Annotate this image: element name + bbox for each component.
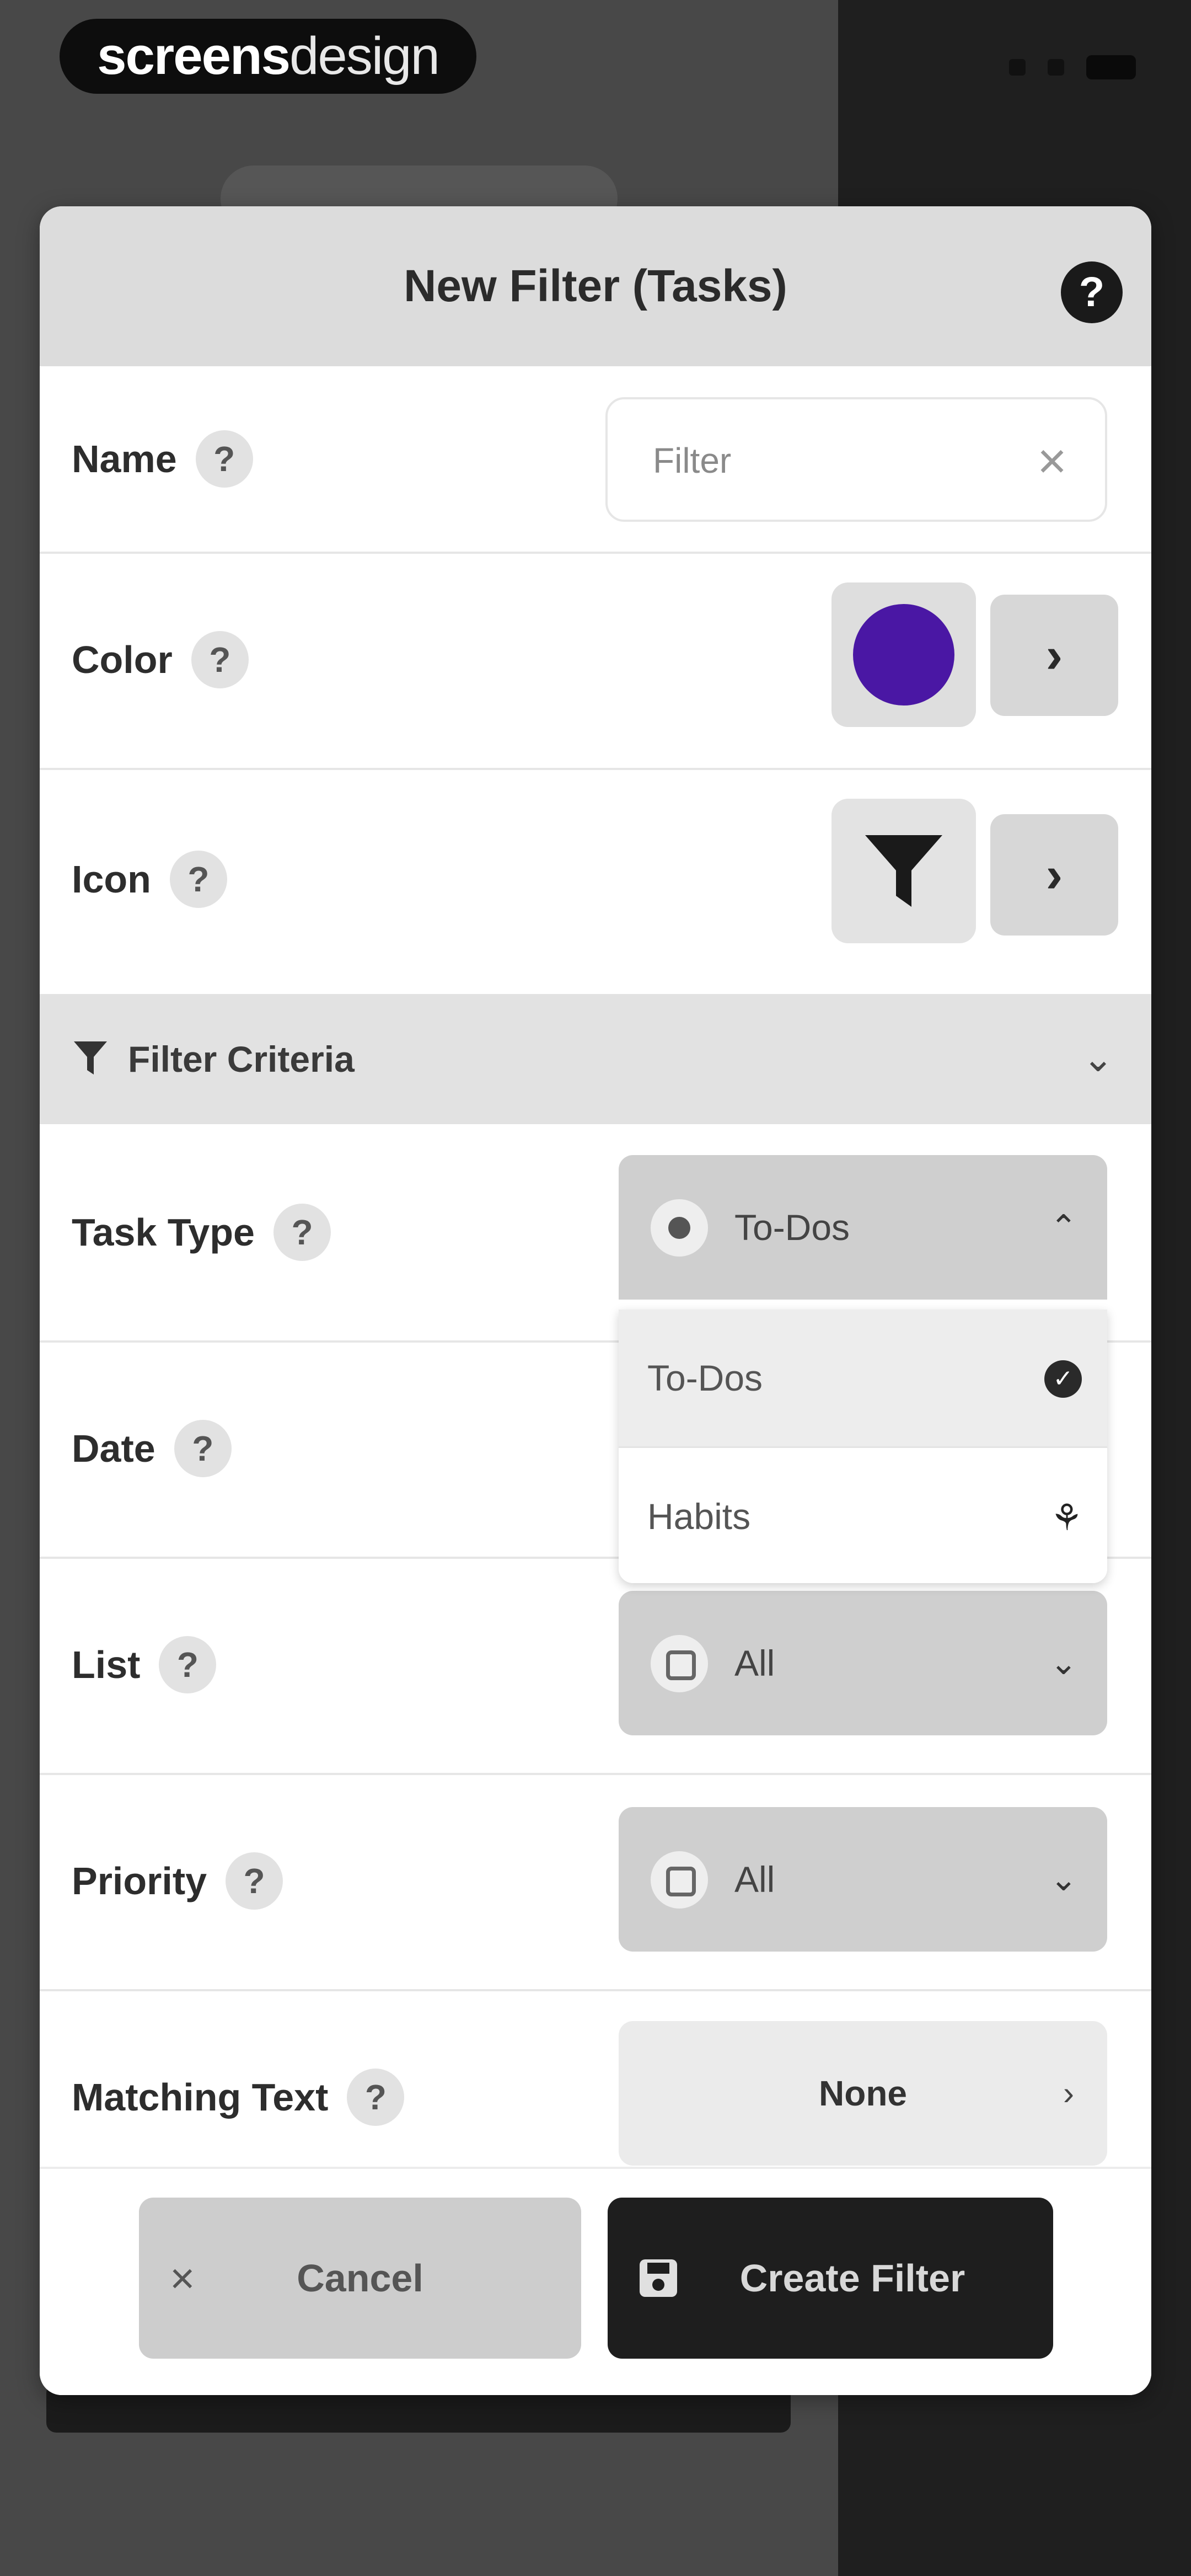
task-type-value: To-Dos <box>734 1207 850 1248</box>
task-type-label: Task Type <box>72 1211 255 1254</box>
icon-help-icon[interactable]: ? <box>169 851 227 908</box>
sprout-icon: ⚘ <box>1050 1497 1083 1538</box>
signal-icon <box>1009 59 1026 76</box>
matching-text-help-icon[interactable]: ? <box>347 2069 405 2126</box>
name-input[interactable] <box>652 427 985 494</box>
color-help-icon[interactable]: ? <box>191 631 249 688</box>
matching-text-label-group: Matching Text ? <box>72 2069 405 2126</box>
matching-text-value: None <box>819 2073 907 2113</box>
icon-chevron-button[interactable]: › <box>990 814 1118 936</box>
priority-select[interactable]: All ⌄ <box>619 1807 1107 1952</box>
icon-row: Icon ? › <box>40 768 1151 994</box>
list-help-icon[interactable]: ? <box>159 1636 217 1693</box>
icon-label-group: Icon ? <box>72 851 227 908</box>
priority-value: All <box>734 1859 775 1900</box>
date-label-group: Date ? <box>72 1420 232 1477</box>
new-filter-modal: New Filter (Tasks) ? Name ? × Color ? › … <box>40 206 1151 2395</box>
priority-icon <box>651 1851 708 1909</box>
modal-title: New Filter (Tasks) <box>404 261 787 311</box>
priority-label: Priority <box>72 1859 207 1902</box>
wifi-icon <box>1048 59 1064 76</box>
matching-text-label: Matching Text <box>72 2076 329 2119</box>
task-type-label-group: Task Type ? <box>72 1204 331 1261</box>
matching-text-button[interactable]: None › <box>619 2021 1107 2166</box>
color-swatch <box>853 604 954 706</box>
task-type-help-icon[interactable]: ? <box>273 1204 331 1261</box>
option-todos-label: To-Dos <box>647 1358 763 1398</box>
option-todos[interactable]: To-Dos ✓ <box>619 1310 1107 1446</box>
option-habits[interactable]: Habits ⚘ <box>619 1446 1107 1583</box>
priority-row: Priority ? All ⌄ <box>40 1773 1151 1991</box>
name-help-icon[interactable]: ? <box>195 430 253 488</box>
chevron-down-icon: ⌄ <box>1049 1644 1077 1681</box>
option-habits-label: Habits <box>647 1496 751 1537</box>
chevron-right-icon: › <box>1063 2075 1074 2112</box>
chevron-down-icon: ⌄ <box>1082 1038 1114 1079</box>
icon-picker-button[interactable] <box>831 799 976 943</box>
date-label: Date <box>72 1427 155 1470</box>
create-filter-button[interactable]: Create Filter <box>608 2198 1053 2359</box>
list-label-group: List ? <box>72 1636 217 1693</box>
date-help-icon[interactable]: ? <box>174 1420 232 1477</box>
section-label: Filter Criteria <box>128 1039 355 1079</box>
watermark-logo: screensdesign <box>60 19 476 94</box>
funnel-icon <box>865 835 942 907</box>
list-select[interactable]: All ⌄ <box>619 1591 1107 1735</box>
filter-criteria-section[interactable]: Filter Criteria ⌄ <box>40 994 1151 1124</box>
cancel-button[interactable]: × Cancel <box>139 2198 581 2359</box>
name-row: Name ? × <box>40 366 1151 554</box>
name-field[interactable]: × <box>605 397 1107 522</box>
icon-label: Icon <box>72 858 151 901</box>
list-label: List <box>72 1643 141 1686</box>
list-value: All <box>734 1643 775 1684</box>
priority-label-group: Priority ? <box>72 1852 283 1910</box>
todo-type-icon <box>651 1199 708 1257</box>
color-row: Color ? › <box>40 552 1151 770</box>
modal-header: New Filter (Tasks) ? <box>40 206 1151 366</box>
name-label-group: Name ? <box>72 430 253 488</box>
clear-icon[interactable]: × <box>1030 436 1074 487</box>
color-label-group: Color ? <box>72 631 249 688</box>
chevron-down-icon: ⌄ <box>1049 1861 1077 1898</box>
color-label: Color <box>72 638 173 681</box>
help-icon[interactable]: ? <box>1061 261 1123 323</box>
create-filter-label: Create Filter <box>739 2257 965 2300</box>
priority-help-icon[interactable]: ? <box>226 1852 283 1910</box>
name-label: Name <box>72 437 177 480</box>
color-chevron-button[interactable]: › <box>990 595 1118 716</box>
chevron-up-icon: ⌃ <box>1049 1209 1077 1246</box>
task-type-dropdown: To-Dos ✓ Habits ⚘ <box>619 1310 1107 1583</box>
cancel-label: Cancel <box>297 2257 423 2300</box>
status-bar <box>1009 55 1136 79</box>
battery-icon <box>1086 55 1136 79</box>
check-circle-icon: ✓ <box>1044 1360 1082 1398</box>
filter-icon <box>74 1041 107 1075</box>
task-type-select[interactable]: To-Dos ⌃ <box>619 1155 1107 1300</box>
modal-footer: × Cancel Create Filter <box>40 2167 1151 2395</box>
color-swatch-button[interactable] <box>831 582 976 727</box>
list-icon <box>651 1635 708 1692</box>
list-row: List ? All ⌄ <box>40 1557 1151 1775</box>
